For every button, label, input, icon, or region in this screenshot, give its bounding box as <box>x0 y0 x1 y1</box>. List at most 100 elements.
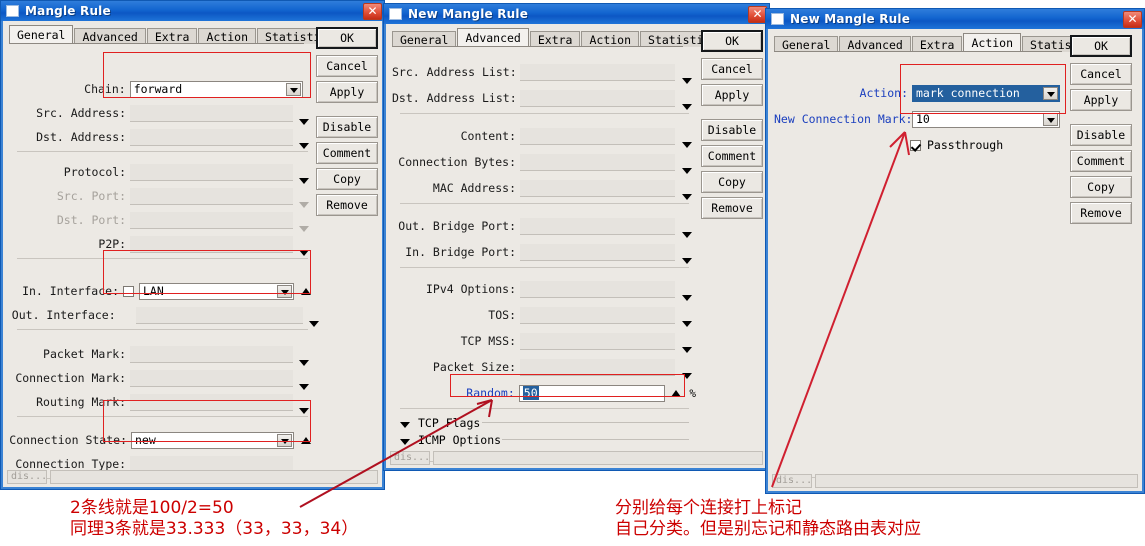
random-input[interactable]: 50 <box>518 384 666 402</box>
window-new-mangle-rule-action[interactable]: New Mangle Rule ✕ General Advanced Extra… <box>765 8 1145 494</box>
titlebar[interactable]: New Mangle Rule ✕ <box>384 4 769 24</box>
tab-action[interactable]: Action <box>581 31 640 47</box>
titlebar[interactable]: Mangle Rule ✕ <box>1 1 384 21</box>
connection-state-spin-up-icon[interactable] <box>301 436 311 444</box>
chevron-down-icon[interactable] <box>682 142 692 148</box>
chevron-down-icon[interactable] <box>682 347 692 353</box>
in-interface-checkbox[interactable] <box>123 285 134 297</box>
copy-button[interactable]: Copy <box>316 168 378 190</box>
comment-button[interactable]: Comment <box>1070 150 1132 172</box>
chevron-down-icon[interactable] <box>682 104 692 110</box>
window-mangle-rule[interactable]: Mangle Rule ✕ General Advanced Extra Act… <box>0 0 385 490</box>
packet-size-input[interactable] <box>520 358 675 376</box>
chain-input[interactable]: forward <box>129 80 303 98</box>
mac-address-input[interactable] <box>520 179 675 197</box>
chevron-down-icon[interactable] <box>400 422 410 428</box>
ok-button[interactable]: OK <box>316 27 378 49</box>
ok-button[interactable]: OK <box>701 30 763 52</box>
random-spin-up-icon[interactable] <box>671 389 682 397</box>
apply-button[interactable]: Apply <box>316 81 378 103</box>
protocol-input[interactable] <box>130 163 293 181</box>
chevron-down-icon[interactable] <box>682 232 692 238</box>
src-address-input[interactable] <box>130 104 293 122</box>
group-icmp-options[interactable]: ICMP Options <box>418 433 501 447</box>
tab-action[interactable]: Action <box>963 33 1022 52</box>
copy-button[interactable]: Copy <box>1070 176 1132 198</box>
chevron-down-icon[interactable] <box>682 373 692 379</box>
tab-extra[interactable]: Extra <box>529 31 581 47</box>
tab-advanced[interactable]: Advanced <box>839 36 911 52</box>
tab-general[interactable]: General <box>9 25 74 44</box>
disable-button[interactable]: Disable <box>701 119 763 141</box>
connection-mark-input[interactable] <box>130 369 293 387</box>
chevron-down-icon[interactable] <box>682 194 692 200</box>
titlebar[interactable]: New Mangle Rule ✕ <box>766 9 1144 29</box>
dst-address-input[interactable] <box>130 128 293 146</box>
connection-state-input[interactable]: new <box>131 431 294 449</box>
in-interface-input[interactable]: LAN <box>139 282 294 300</box>
copy-button[interactable]: Copy <box>701 171 763 193</box>
tab-general[interactable]: General <box>392 31 457 47</box>
p2p-input[interactable] <box>130 235 293 253</box>
out-bridge-port-input[interactable] <box>520 217 675 235</box>
passthrough-checkbox[interactable] <box>910 139 921 151</box>
chevron-down-icon[interactable] <box>286 82 301 96</box>
disable-button[interactable]: Disable <box>316 116 378 138</box>
chevron-down-icon[interactable] <box>1043 86 1058 100</box>
action-input[interactable]: mark connection <box>912 84 1060 102</box>
close-icon[interactable]: ✕ <box>1123 10 1142 28</box>
group-tcp-flags[interactable]: TCP Flags <box>418 416 480 430</box>
cancel-button[interactable]: Cancel <box>701 58 763 80</box>
apply-button[interactable]: Apply <box>1070 89 1132 111</box>
remove-button[interactable]: Remove <box>1070 202 1132 224</box>
chevron-down-icon[interactable] <box>299 384 309 390</box>
ok-button[interactable]: OK <box>1070 35 1132 57</box>
apply-button[interactable]: Apply <box>701 84 763 106</box>
window-new-mangle-rule-advanced[interactable]: New Mangle Rule ✕ General Advanced Extra… <box>383 3 770 471</box>
remove-button[interactable]: Remove <box>701 197 763 219</box>
chevron-down-icon[interactable] <box>299 178 309 184</box>
new-connection-mark-input[interactable]: 10 <box>912 110 1060 128</box>
in-interface-spin-up-icon[interactable] <box>301 287 311 295</box>
tab-general[interactable]: General <box>774 36 839 52</box>
dst-address-list-input[interactable] <box>520 89 675 107</box>
chevron-down-icon[interactable] <box>682 258 692 264</box>
chevron-down-icon[interactable] <box>682 321 692 327</box>
src-address-list-input[interactable] <box>520 63 675 81</box>
content-input[interactable] <box>520 127 675 145</box>
action-value: mark connection <box>916 85 1020 100</box>
chevron-down-icon[interactable] <box>1043 112 1058 126</box>
cancel-button[interactable]: Cancel <box>1070 63 1132 85</box>
connection-bytes-input[interactable] <box>520 153 675 171</box>
cancel-button[interactable]: Cancel <box>316 55 378 77</box>
chevron-down-icon[interactable] <box>277 284 292 298</box>
chevron-down-icon[interactable] <box>309 321 319 327</box>
chevron-down-icon[interactable] <box>299 119 309 125</box>
chevron-down-icon[interactable] <box>277 433 292 447</box>
routing-mark-input[interactable] <box>130 393 293 411</box>
chevron-down-icon[interactable] <box>299 360 309 366</box>
tos-input[interactable] <box>520 306 675 324</box>
tab-action[interactable]: Action <box>198 28 257 44</box>
tcp-mss-input[interactable] <box>520 332 675 350</box>
chevron-down-icon[interactable] <box>682 78 692 84</box>
chevron-down-icon[interactable] <box>400 439 410 445</box>
tab-extra[interactable]: Extra <box>911 36 963 52</box>
comment-button[interactable]: Comment <box>701 145 763 167</box>
comment-button[interactable]: Comment <box>316 142 378 164</box>
chevron-down-icon[interactable] <box>682 295 692 301</box>
out-interface-input[interactable] <box>135 306 303 324</box>
tab-advanced[interactable]: Advanced <box>457 28 529 47</box>
remove-button[interactable]: Remove <box>316 194 378 216</box>
tab-advanced[interactable]: Advanced <box>74 28 146 44</box>
chevron-down-icon[interactable] <box>299 250 309 256</box>
tab-extra[interactable]: Extra <box>146 28 198 44</box>
in-bridge-port-input[interactable] <box>520 243 675 261</box>
chevron-down-icon[interactable] <box>682 168 692 174</box>
chevron-down-icon[interactable] <box>299 143 309 149</box>
disable-button[interactable]: Disable <box>1070 124 1132 146</box>
close-icon[interactable]: ✕ <box>363 2 382 20</box>
ipv4-options-input[interactable] <box>520 280 675 298</box>
packet-mark-input[interactable] <box>130 345 293 363</box>
chevron-down-icon[interactable] <box>299 408 309 414</box>
